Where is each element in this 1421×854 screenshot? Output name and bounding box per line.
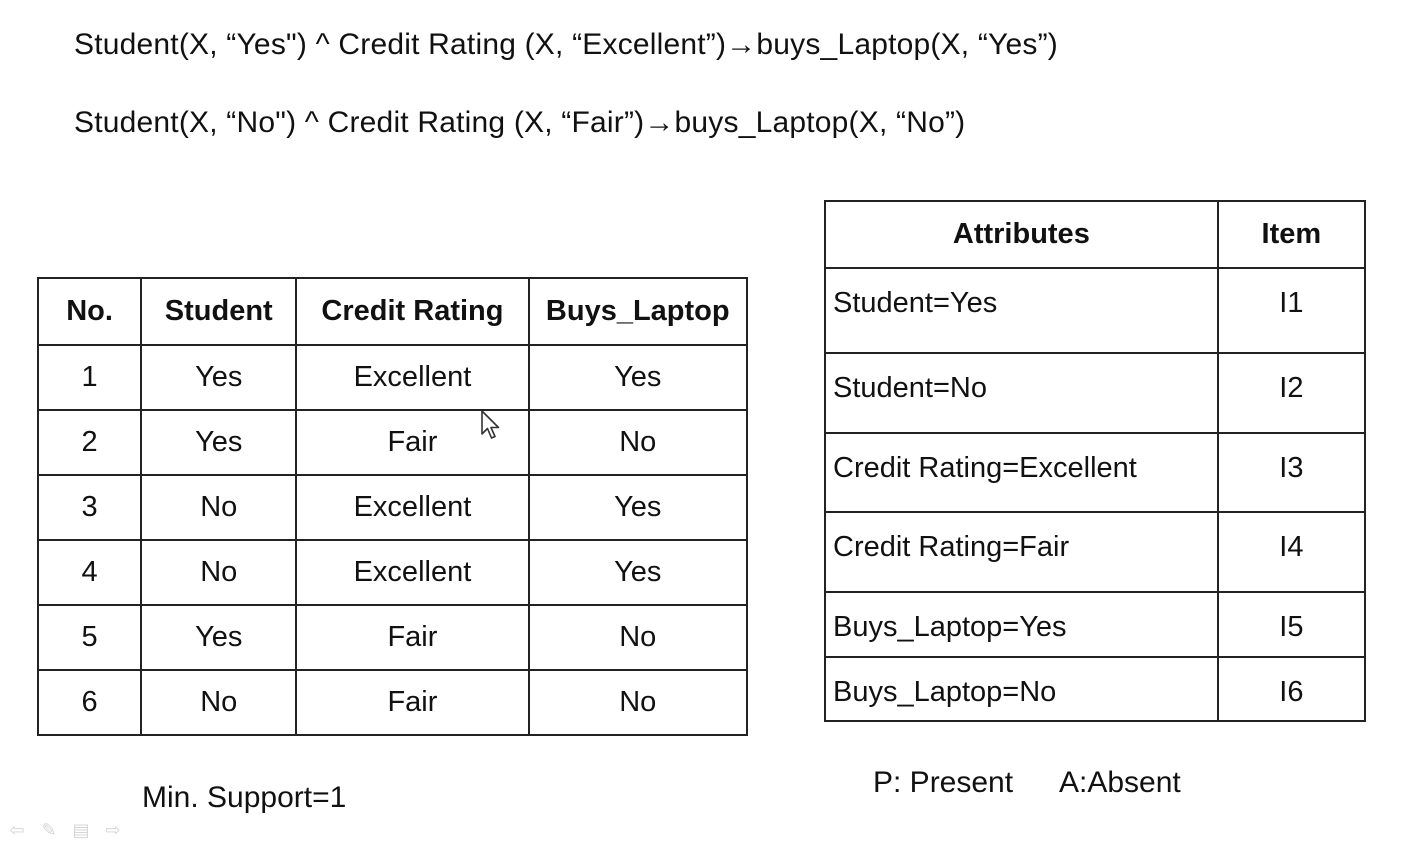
attribute-item-table: Attributes Item Student=Yes I1 Student=N… — [824, 200, 1367, 722]
table-row: Credit Rating=Excellent I3 — [824, 432, 1367, 513]
cell-attribute: Credit Rating=Excellent — [824, 432, 1219, 513]
table-row: 6 No Fair No — [36, 669, 749, 736]
cell-student: No — [140, 539, 298, 606]
cell-buys-laptop: No — [527, 409, 749, 476]
cell-student: No — [140, 669, 298, 736]
table-row: Student=Yes I1 — [824, 267, 1367, 354]
cell-no: 2 — [36, 409, 143, 476]
association-rule-1: Student(X, “Yes") ^ Credit Rating (X, “E… — [74, 28, 1058, 61]
cell-item: I6 — [1216, 656, 1367, 722]
cell-item: I5 — [1216, 591, 1367, 658]
cell-item: I1 — [1216, 267, 1367, 354]
header-attributes: Attributes — [824, 200, 1219, 269]
next-arrow-icon[interactable]: ⇨ — [100, 820, 126, 841]
table-header-row: No. Student Credit Rating Buys_Laptop — [36, 277, 749, 346]
cell-attribute: Buys_Laptop=No — [824, 656, 1219, 722]
header-no: No. — [36, 277, 143, 346]
cell-item: I2 — [1216, 352, 1367, 434]
cell-buys-laptop: Yes — [527, 539, 749, 606]
cell-no: 6 — [36, 669, 143, 736]
transaction-data-table: No. Student Credit Rating Buys_Laptop 1 … — [36, 277, 749, 736]
menu-icon[interactable]: ▤ — [68, 820, 94, 841]
cell-buys-laptop: No — [527, 604, 749, 671]
table-row: Buys_Laptop=No I6 — [824, 656, 1367, 722]
header-item: Item — [1216, 200, 1367, 269]
cell-item: I4 — [1216, 511, 1367, 593]
cell-credit-rating: Fair — [295, 604, 530, 671]
cell-credit-rating: Fair — [295, 669, 530, 736]
cell-no: 4 — [36, 539, 143, 606]
table-row: Credit Rating=Fair I4 — [824, 511, 1367, 593]
cell-credit-rating: Excellent — [295, 539, 530, 606]
present-legend: P: Present — [873, 766, 1014, 799]
cell-attribute: Buys_Laptop=Yes — [824, 591, 1219, 658]
cell-buys-laptop: No — [527, 669, 749, 736]
pen-icon[interactable]: ✎ — [36, 820, 62, 841]
min-support-note: Min. Support=1 — [142, 781, 347, 814]
table-row: 2 Yes Fair No — [36, 409, 749, 476]
cell-attribute: Student=No — [824, 352, 1219, 434]
cell-item: I3 — [1216, 432, 1367, 513]
mouse-pointer-icon — [481, 410, 500, 439]
table-row: 1 Yes Excellent Yes — [36, 344, 749, 411]
cell-attribute: Student=Yes — [824, 267, 1219, 354]
cell-buys-laptop: Yes — [527, 474, 749, 541]
cell-attribute: Credit Rating=Fair — [824, 511, 1219, 593]
table-row: Buys_Laptop=Yes I5 — [824, 591, 1367, 658]
cell-no: 5 — [36, 604, 143, 671]
table-header-row: Attributes Item — [824, 200, 1367, 269]
cell-student: Yes — [140, 344, 298, 411]
cell-buys-laptop: Yes — [527, 344, 749, 411]
cell-student: No — [140, 474, 298, 541]
cell-no: 3 — [36, 474, 143, 541]
table-row: Student=No I2 — [824, 352, 1367, 434]
previous-arrow-icon[interactable]: ⇦ — [4, 820, 30, 841]
header-student: Student — [140, 277, 298, 346]
cell-credit-rating: Excellent — [295, 474, 530, 541]
cell-student: Yes — [140, 604, 298, 671]
header-buys-laptop: Buys_Laptop — [527, 277, 749, 346]
association-rule-2: Student(X, “No") ^ Credit Rating (X, “Fa… — [74, 106, 966, 139]
table-row: 4 No Excellent Yes — [36, 539, 749, 606]
header-credit-rating: Credit Rating — [295, 277, 530, 346]
cell-no: 1 — [36, 344, 143, 411]
cell-student: Yes — [140, 409, 298, 476]
table-row: 5 Yes Fair No — [36, 604, 749, 671]
slide-controls: ⇦ ✎ ▤ ⇨ — [4, 820, 126, 841]
table-row: 3 No Excellent Yes — [36, 474, 749, 541]
absent-legend: A:Absent — [1059, 766, 1181, 799]
cell-credit-rating: Excellent — [295, 344, 530, 411]
